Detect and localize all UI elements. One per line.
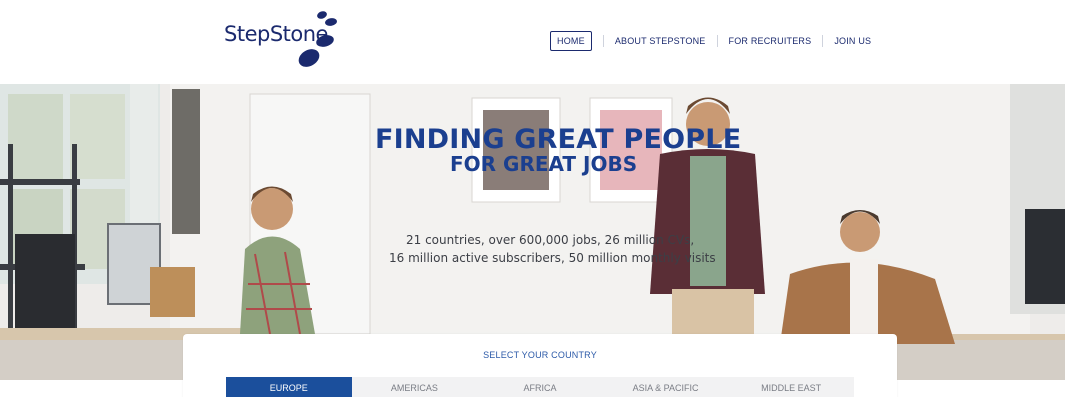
nav-join-us[interactable]: JOIN US	[834, 36, 871, 46]
hero-title-line-2: FOR GREAT JOBS	[450, 152, 638, 176]
main-navigation: HOME ABOUT STEPSTONE FOR RECRUITERS JOIN…	[550, 31, 871, 51]
hero-title-line-1: FINDING GREAT PEOPLE	[375, 124, 742, 155]
tab-africa[interactable]: AFRICA	[477, 377, 603, 397]
nav-divider	[716, 35, 718, 47]
nav-divider	[822, 35, 824, 47]
stepstone-stones-icon	[298, 11, 337, 67]
tab-americas[interactable]: AMERICAS	[351, 377, 478, 397]
hero-stats-line-1: 21 countries, over 600,000 jobs, 26 mill…	[406, 233, 695, 247]
region-tabs: EUROPE AMERICAS AFRICA ASIA & PACIFIC MI…	[226, 377, 854, 397]
tab-europe[interactable]: EUROPE	[226, 377, 352, 397]
nav-home[interactable]: HOME	[550, 31, 592, 51]
tab-middle-east[interactable]: MIDDLE EAST	[728, 377, 854, 397]
nav-about-stepstone[interactable]: ABOUT STEPSTONE	[615, 36, 706, 46]
stepstone-logo[interactable]: StepStone	[224, 10, 344, 72]
nav-for-recruiters[interactable]: FOR RECRUITERS	[729, 36, 812, 46]
country-selector-title: SELECT YOUR COUNTRY	[483, 350, 597, 360]
tab-asia-pacific[interactable]: ASIA & PACIFIC	[602, 377, 729, 397]
hero-stats-line-2: 16 million active subscribers, 50 millio…	[389, 251, 716, 265]
site-header: StepStone HOME ABOUT STEPSTONE FOR RECRU…	[0, 0, 1065, 84]
nav-divider	[602, 35, 604, 47]
country-selector-panel: SELECT YOUR COUNTRY EUROPE AMERICAS AFRI…	[183, 334, 897, 397]
